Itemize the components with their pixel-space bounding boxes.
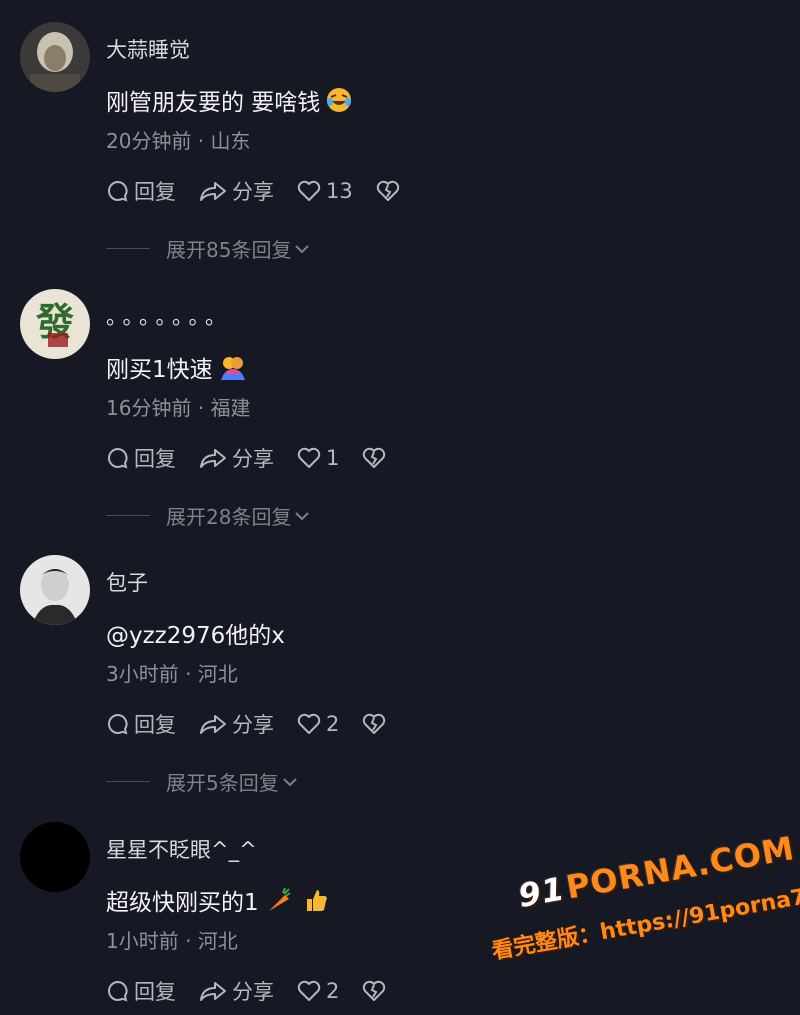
action-bar: 回复 分享 1 <box>106 443 387 473</box>
share-button[interactable]: 分享 <box>198 176 274 206</box>
dislike-button[interactable] <box>361 712 387 736</box>
username[interactable]: 。。。。。。。 <box>106 301 232 331</box>
share-icon <box>200 182 226 201</box>
share-button[interactable]: 分享 <box>198 709 274 739</box>
heart-icon <box>297 980 321 1001</box>
broken-heart-icon <box>376 180 399 201</box>
expand-replies-label: 展开28条回复 <box>166 505 292 529</box>
avatar[interactable]: 發 <box>20 289 90 359</box>
hugging-people-emoji-icon <box>219 354 247 386</box>
like-button[interactable]: 13 <box>296 179 353 203</box>
divider-line <box>106 515 150 516</box>
comment-item: 包子 @yzz2976他的x 3小时前 · 河北 回复 分享 2 展开5条回复 <box>0 533 800 800</box>
comment-text-content: @yzz2976他的x <box>106 623 285 649</box>
heart-icon <box>297 180 321 201</box>
reply-label: 回复 <box>134 180 176 204</box>
timestamp-location: 1小时前 · 河北 <box>106 929 238 953</box>
chevron-down-icon <box>283 777 297 786</box>
broken-heart-icon <box>363 980 386 1001</box>
reply-icon <box>108 980 128 1002</box>
share-icon <box>200 982 226 1001</box>
share-label: 分享 <box>232 713 274 737</box>
like-button[interactable]: 2 <box>296 979 339 1003</box>
divider-line <box>106 248 150 249</box>
comment-text-content: 刚买1快速 <box>106 357 213 383</box>
avatar[interactable] <box>20 555 90 625</box>
dislike-button[interactable] <box>361 446 387 470</box>
heart-icon <box>297 713 321 734</box>
expand-replies-button[interactable]: 展开5条回复 <box>106 767 299 796</box>
reply-icon <box>108 447 128 469</box>
expand-replies-label: 展开5条回复 <box>166 771 279 795</box>
username[interactable]: 包子 <box>106 567 148 597</box>
heart-icon <box>297 447 321 468</box>
reply-icon <box>108 713 128 735</box>
broken-heart-icon <box>363 713 386 734</box>
reply-label: 回复 <box>134 713 176 737</box>
reply-icon <box>108 180 128 202</box>
like-count: 13 <box>326 179 353 203</box>
reply-label: 回复 <box>134 447 176 471</box>
comment-text: 刚买1快速 <box>106 350 247 386</box>
comment-item: 發 。。。。。。。 刚买1快速 16分钟前 · 福建 回复 分享 1 展开28条… <box>0 267 800 534</box>
username[interactable]: 大蒜睡觉 <box>106 34 190 64</box>
broken-heart-icon <box>363 447 386 468</box>
share-label: 分享 <box>232 180 274 204</box>
watermark-logo: 91 <box>515 869 568 915</box>
share-button[interactable]: 分享 <box>198 443 274 473</box>
share-label: 分享 <box>232 980 274 1004</box>
action-bar: 回复 分享 13 <box>106 176 401 206</box>
reply-button[interactable]: 回复 <box>106 709 176 739</box>
share-label: 分享 <box>232 447 274 471</box>
share-icon <box>200 715 226 734</box>
username[interactable]: 星星不眨眼^_^ <box>106 834 257 864</box>
comment-text: @yzz2976他的x <box>106 616 285 650</box>
comment-item: 大蒜睡觉 刚管朋友要的 要啥钱 20分钟前 · 山东 回复 分享 13 展开85… <box>0 0 800 267</box>
carrot-emoji-icon <box>265 887 291 919</box>
dislike-button[interactable] <box>361 979 387 1003</box>
reply-button[interactable]: 回复 <box>106 176 176 206</box>
like-button[interactable]: 2 <box>296 712 339 736</box>
avatar[interactable] <box>20 822 90 892</box>
comment-text: 刚管朋友要的 要啥钱 <box>106 83 352 119</box>
chevron-down-icon <box>295 244 310 253</box>
divider-line <box>106 781 150 782</box>
timestamp-location: 3小时前 · 河北 <box>106 662 238 686</box>
avatar[interactable] <box>20 22 90 92</box>
reply-label: 回复 <box>134 980 176 1004</box>
comment-text-content: 刚管朋友要的 要啥钱 <box>106 90 321 116</box>
share-button[interactable]: 分享 <box>198 976 274 1006</box>
reply-button[interactable]: 回复 <box>106 976 176 1006</box>
timestamp-location: 20分钟前 · 山东 <box>106 129 251 153</box>
like-count: 2 <box>326 712 340 736</box>
share-icon <box>200 449 226 468</box>
action-bar: 回复 分享 2 <box>106 976 387 1006</box>
like-count: 1 <box>326 446 340 470</box>
comment-text: 超级快刚买的1 <box>106 883 329 919</box>
reply-button[interactable]: 回复 <box>106 443 176 473</box>
dislike-button[interactable] <box>375 179 401 203</box>
like-button[interactable]: 1 <box>296 446 339 470</box>
like-count: 2 <box>326 979 340 1003</box>
expand-replies-label: 展开85条回复 <box>166 238 292 262</box>
laughing-crying-emoji-icon <box>326 87 352 119</box>
chevron-down-icon <box>295 511 310 520</box>
timestamp-location: 16分钟前 · 福建 <box>106 396 251 420</box>
expand-replies-button[interactable]: 展开28条回复 <box>106 501 311 530</box>
comment-text-content: 超级快刚买的1 <box>106 890 259 916</box>
expand-replies-button[interactable]: 展开85条回复 <box>106 234 311 263</box>
action-bar: 回复 分享 2 <box>106 709 387 739</box>
thumbs-up-emoji-icon <box>303 887 329 919</box>
